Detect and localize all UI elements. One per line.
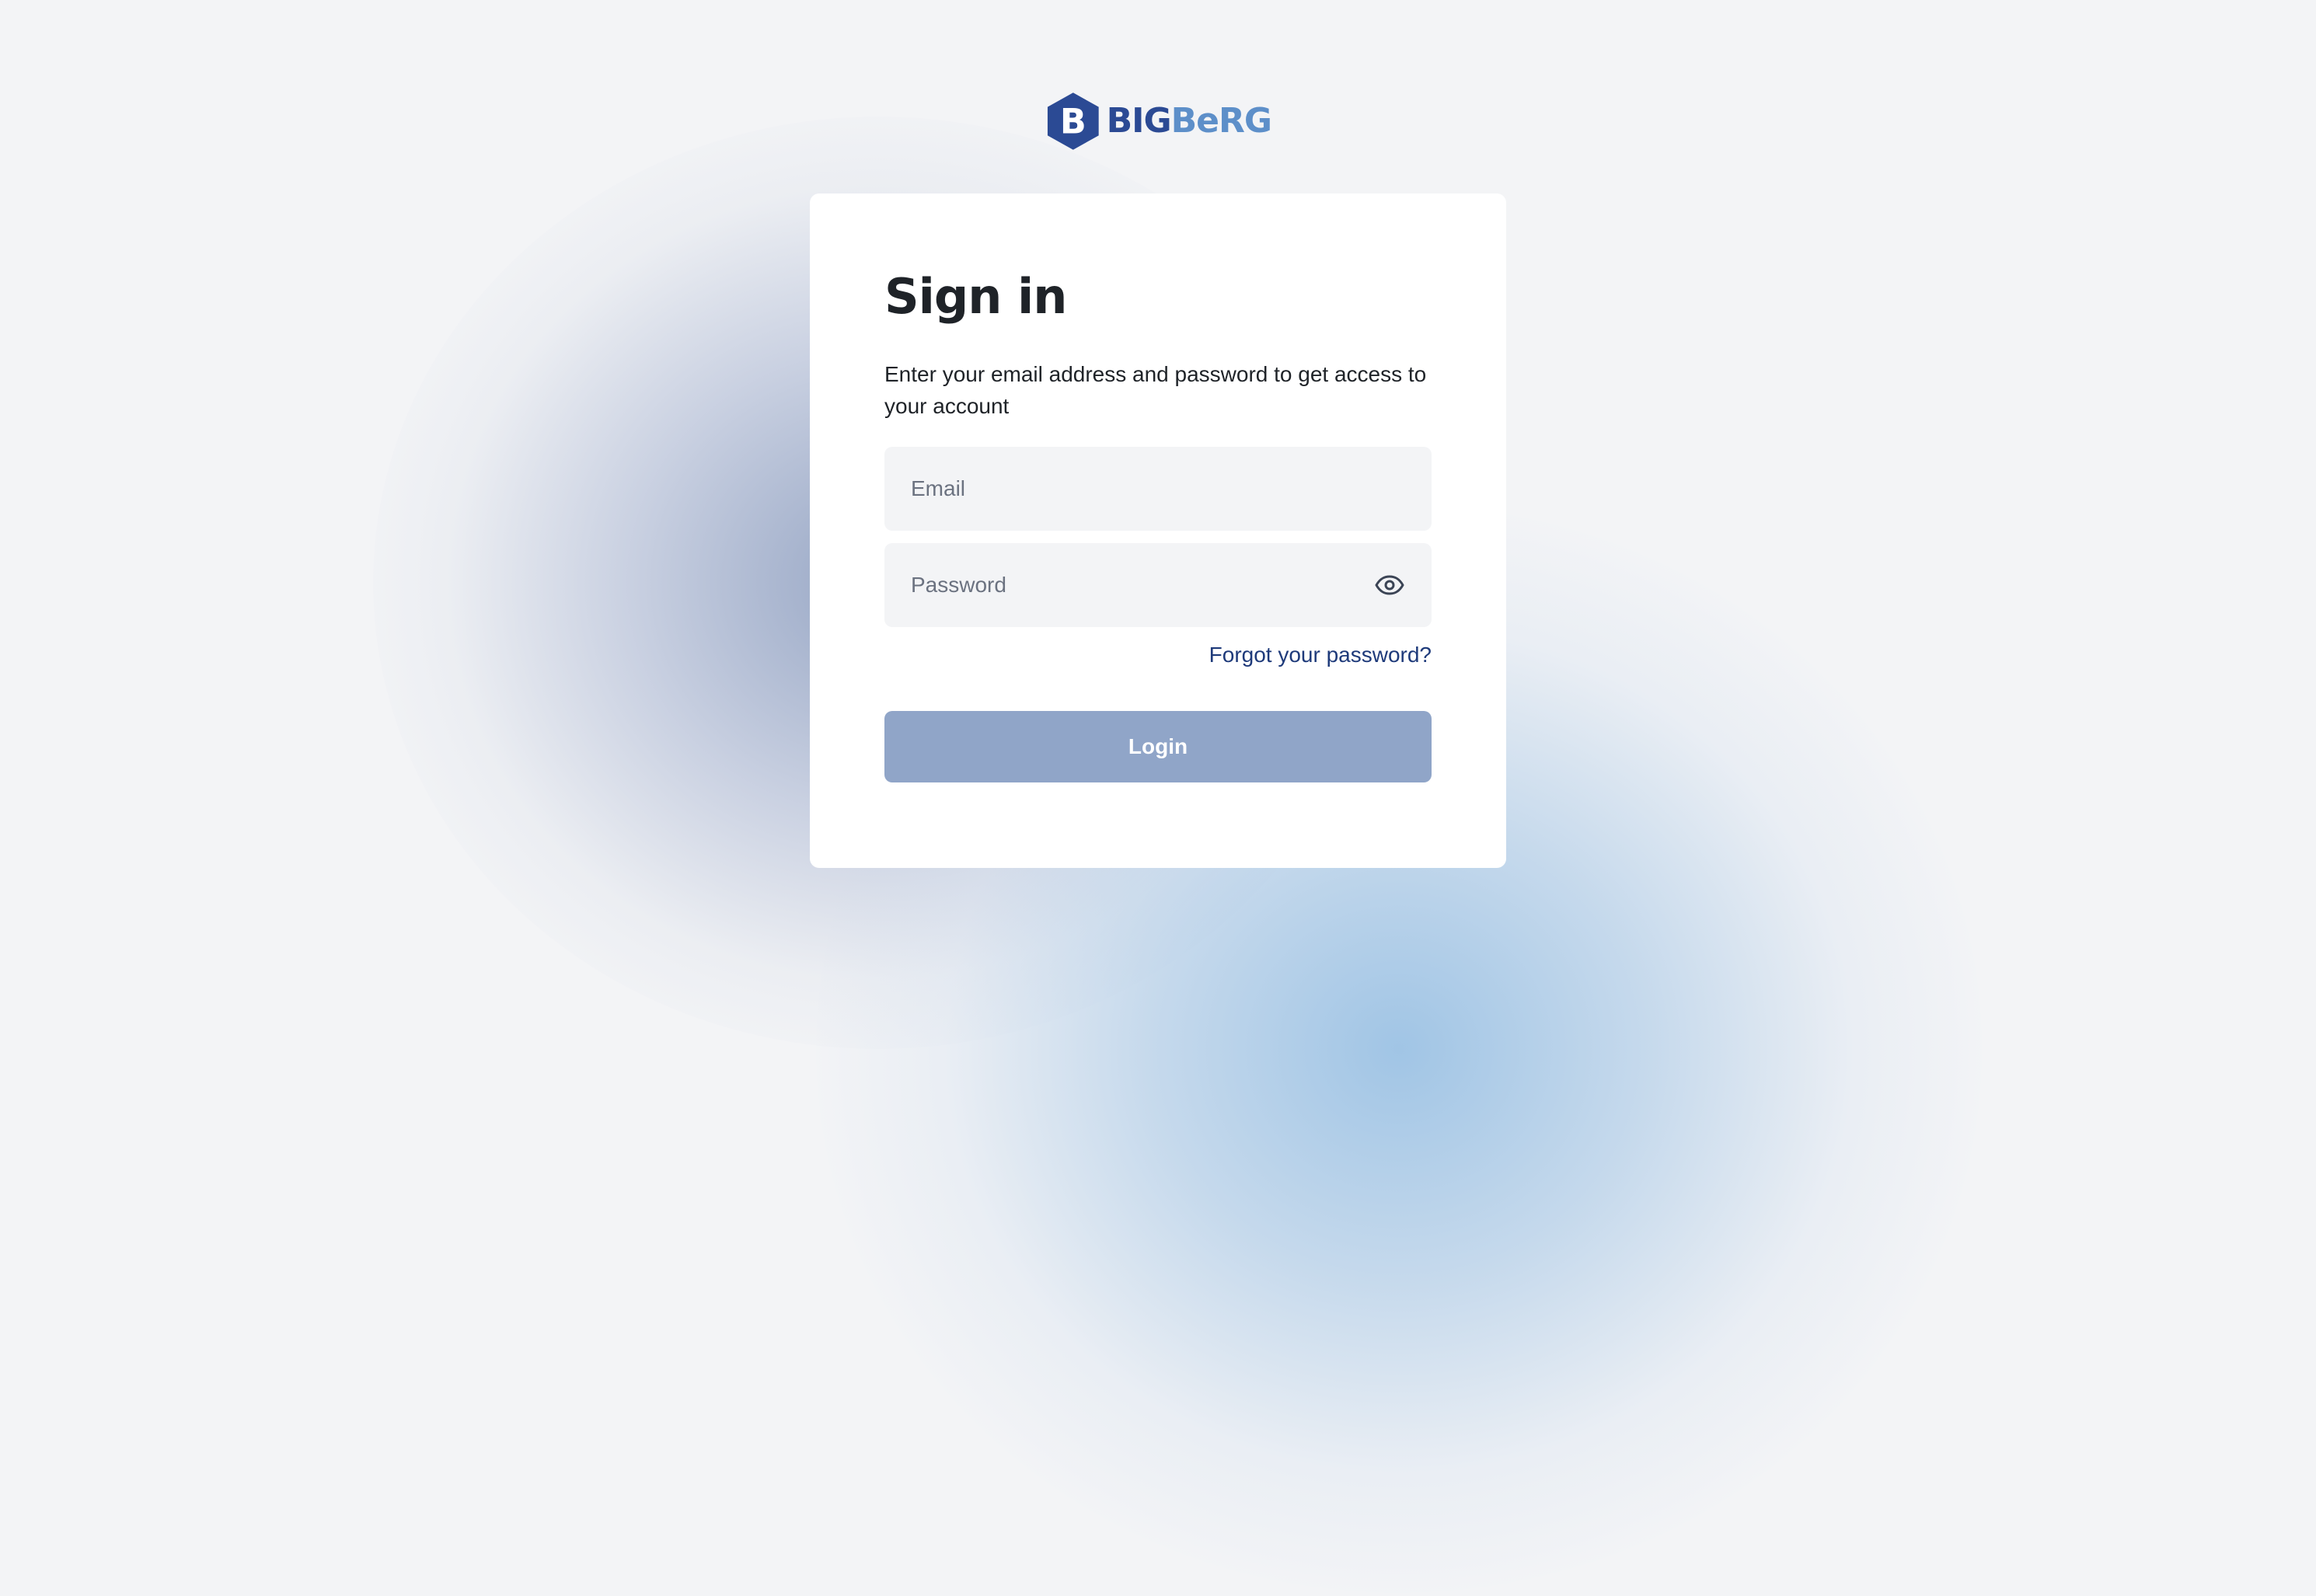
forgot-password-link[interactable]: Forgot your password? (1209, 643, 1432, 667)
svg-text:B: B (1060, 102, 1086, 141)
logo-hex-icon: B (1047, 92, 1099, 150)
password-field (884, 543, 1432, 628)
logo-word-2: BeRG (1170, 101, 1272, 141)
email-input[interactable] (884, 447, 1432, 531)
forgot-row: Forgot your password? (884, 643, 1432, 667)
signin-subtitle: Enter your email address and password to… (884, 362, 1427, 419)
logo-word-1: BIG (1106, 101, 1172, 141)
signin-card: Sign in Enter your email address and pas… (810, 193, 1506, 868)
login-button[interactable]: Login (884, 711, 1432, 783)
password-input[interactable] (884, 543, 1432, 628)
email-field (884, 447, 1432, 531)
page-title: Sign in (884, 268, 1067, 325)
logo-wordmark: BIGBeRG (1106, 101, 1272, 141)
eye-icon (1375, 575, 1404, 595)
brand-logo: B BIGBeRG (1046, 89, 1272, 154)
show-password-button[interactable] (1374, 570, 1405, 601)
